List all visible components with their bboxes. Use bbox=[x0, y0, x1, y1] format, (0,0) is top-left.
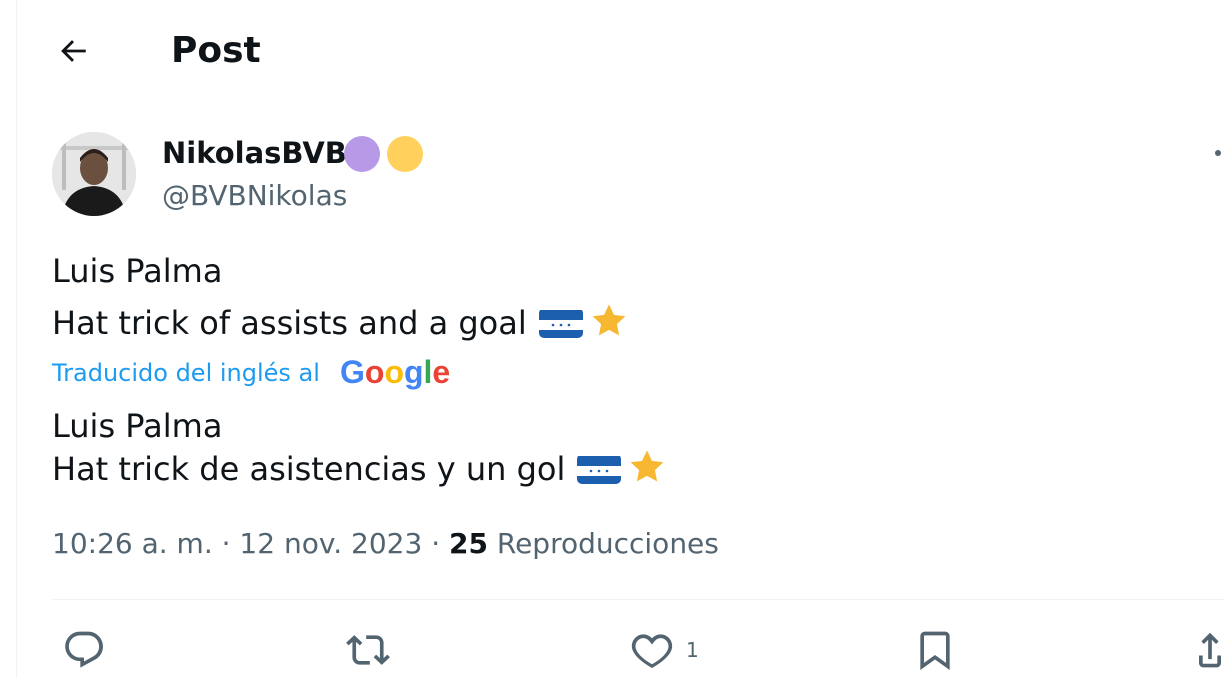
honduras-flag-icon bbox=[538, 308, 583, 338]
column-border bbox=[16, 0, 17, 678]
views-label: Reproducciones bbox=[487, 527, 719, 560]
post-timestamp[interactable]: 10:26 a. m. · 12 nov. 2023 · bbox=[52, 527, 449, 560]
star-icon bbox=[627, 448, 667, 486]
original-line-2-text: Hat trick of assists and a goal bbox=[52, 304, 527, 342]
like-button[interactable]: 1 bbox=[630, 628, 699, 672]
more-dots-icon bbox=[1215, 150, 1221, 156]
translated-line-2-text: Hat trick de asistencias y un gol bbox=[52, 450, 566, 488]
reply-icon bbox=[65, 631, 103, 668]
arrow-left-icon bbox=[61, 40, 86, 62]
reply-button[interactable] bbox=[62, 628, 106, 672]
more-options-button[interactable] bbox=[1206, 132, 1224, 176]
post-meta: 10:26 a. m. · 12 nov. 2023 · 25 Reproduc… bbox=[52, 524, 719, 564]
repost-icon bbox=[346, 635, 390, 665]
yellow-circle-icon bbox=[387, 136, 423, 172]
translated-line-1: Luis Palma bbox=[52, 407, 223, 445]
google-logo[interactable]: Google bbox=[340, 352, 450, 392]
page-title: Post bbox=[171, 30, 261, 71]
author-display-name[interactable]: NikolasBVB bbox=[162, 134, 347, 172]
translated-line-2: Hat trick de asistencias y un gol bbox=[52, 448, 667, 490]
original-line-2: Hat trick of assists and a goal bbox=[52, 302, 629, 344]
honduras-flag-icon bbox=[577, 454, 622, 484]
avatar[interactable] bbox=[52, 132, 136, 216]
views-count: 25 bbox=[449, 527, 488, 560]
bookmark-button[interactable] bbox=[913, 628, 957, 672]
like-count: 1 bbox=[686, 638, 699, 662]
bookmark-icon bbox=[920, 631, 950, 670]
original-line-1: Luis Palma bbox=[52, 252, 223, 290]
heart-icon bbox=[631, 634, 673, 668]
author-handle[interactable]: @BVBNikolas bbox=[162, 178, 347, 214]
translation-label[interactable]: Traducido del inglés al bbox=[52, 356, 320, 390]
share-icon bbox=[1199, 632, 1221, 668]
divider bbox=[52, 599, 1224, 600]
back-button[interactable] bbox=[52, 30, 94, 72]
share-button[interactable] bbox=[1196, 628, 1224, 672]
repost-button[interactable] bbox=[345, 628, 391, 672]
star-icon bbox=[589, 302, 629, 340]
purple-circle-icon bbox=[344, 136, 380, 172]
avatar-image bbox=[52, 132, 136, 216]
post-header: Post bbox=[0, 0, 1224, 100]
